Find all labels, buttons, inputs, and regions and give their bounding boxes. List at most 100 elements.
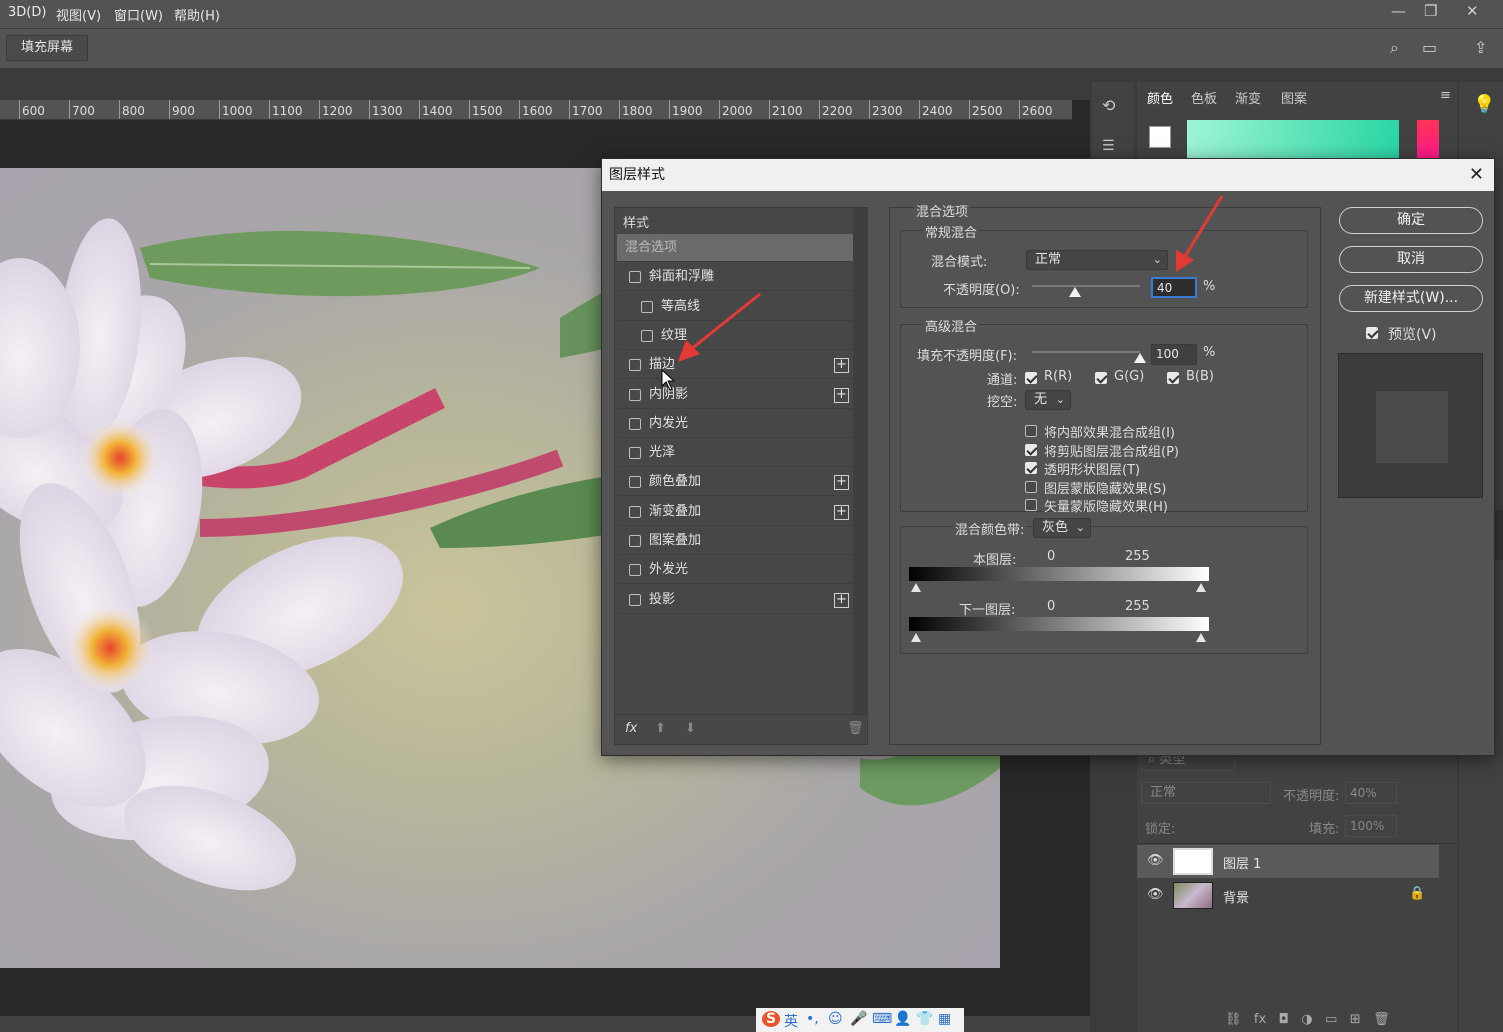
cancel-button[interactable]: 取消 xyxy=(1339,246,1483,273)
ime-item-icon[interactable]: ▦ xyxy=(938,1011,951,1027)
move-down-icon[interactable]: ⬇ xyxy=(685,721,696,736)
adjustment-icon[interactable]: ◑ xyxy=(1301,1012,1312,1027)
new-layer-icon[interactable]: ⊞ xyxy=(1350,1012,1361,1027)
styles-scrollbar[interactable] xyxy=(853,208,867,714)
preview-checkbox[interactable] xyxy=(1366,327,1378,339)
this-layer-black-handle[interactable] xyxy=(911,583,921,592)
style-item[interactable]: 渐变叠加 + xyxy=(617,498,853,526)
history-icon[interactable]: ⟲ xyxy=(1102,96,1115,115)
hue-slider[interactable] xyxy=(1417,120,1439,158)
search-icon[interactable]: ⌕ xyxy=(1390,38,1399,58)
style-checkbox[interactable] xyxy=(629,476,641,489)
style-item[interactable]: 颜色叠加 + xyxy=(617,468,853,497)
style-item[interactable]: 纹理 xyxy=(617,322,853,350)
style-checkbox[interactable] xyxy=(629,271,641,284)
layer-name[interactable]: 图层 1 xyxy=(1223,853,1261,872)
ime-item-icon[interactable]: ☺ xyxy=(828,1011,843,1027)
add-style-plus-icon[interactable]: + xyxy=(834,592,849,608)
tab-color[interactable]: 颜色 xyxy=(1147,88,1173,107)
style-item[interactable]: 投影 + xyxy=(617,586,853,614)
tab-gradients[interactable]: 渐变 xyxy=(1235,88,1261,107)
layer-row[interactable]: 👁 背景 🔒 xyxy=(1137,879,1439,912)
folder-icon[interactable]: ▭ xyxy=(1325,1012,1337,1027)
menu-help[interactable]: 帮助(H) xyxy=(174,5,220,24)
minimize-button[interactable]: — xyxy=(1391,2,1406,20)
tab-swatches[interactable]: 色板 xyxy=(1191,88,1217,107)
channel-g-checkbox[interactable] xyxy=(1095,372,1107,384)
style-item[interactable]: 图案叠加 xyxy=(617,527,853,555)
blend-option-checkbox[interactable] xyxy=(1025,462,1037,474)
menu-3d[interactable]: 3D(D) xyxy=(8,5,46,20)
underlying-white-handle[interactable] xyxy=(1196,633,1206,642)
knockout-select[interactable]: 无 ⌄ xyxy=(1025,390,1071,410)
ime-item-icon[interactable]: 🎤 xyxy=(850,1011,867,1027)
style-checkbox[interactable] xyxy=(641,300,653,313)
tab-patterns[interactable]: 图案 xyxy=(1281,88,1307,107)
lightbulb-icon[interactable]: 💡 xyxy=(1473,94,1495,115)
move-up-icon[interactable]: ⬆ xyxy=(655,721,666,736)
blend-if-select[interactable]: 灰色 ⌄ xyxy=(1033,518,1091,538)
menu-window[interactable]: 窗口(W) xyxy=(114,5,163,24)
fill-opacity-slider-track[interactable] xyxy=(1032,351,1140,353)
channel-r-checkbox[interactable] xyxy=(1025,372,1037,384)
ok-button[interactable]: 确定 xyxy=(1339,207,1483,234)
opacity-slider-thumb[interactable] xyxy=(1069,287,1082,297)
ime-item-icon[interactable]: 英 xyxy=(784,1011,798,1031)
style-item[interactable]: 外发光 xyxy=(617,556,853,585)
fill-screen-button[interactable]: 填充屏幕 xyxy=(6,35,88,61)
link-icon[interactable]: ⛓ xyxy=(1225,1012,1242,1027)
blend-option-checkbox[interactable] xyxy=(1025,499,1037,511)
style-item[interactable]: 光泽 xyxy=(617,439,853,468)
blend-option-checkbox[interactable] xyxy=(1025,480,1037,493)
layer-blend-mode-select[interactable]: 正常 xyxy=(1141,782,1271,804)
mask-icon[interactable]: ◘ xyxy=(1279,1012,1289,1027)
style-item[interactable]: 斜面和浮雕 xyxy=(617,263,853,292)
style-checkbox[interactable] xyxy=(629,359,641,372)
fx-menu-icon[interactable]: fx xyxy=(625,721,637,736)
restore-button[interactable]: ❐ xyxy=(1424,2,1437,20)
foreground-color-swatch[interactable] xyxy=(1149,126,1171,148)
ime-item-icon[interactable]: ⌨ xyxy=(872,1011,892,1027)
menu-view[interactable]: 视图(V) xyxy=(56,5,101,24)
blend-mode-select[interactable]: 正常 ⌄ xyxy=(1026,250,1168,270)
style-item[interactable]: 等高线 xyxy=(617,293,853,321)
style-checkbox[interactable] xyxy=(629,593,641,606)
visibility-eye-icon[interactable]: 👁 xyxy=(1147,853,1164,868)
opacity-input[interactable]: 40 xyxy=(1151,277,1197,298)
brush-settings-icon[interactable]: ☰ xyxy=(1102,138,1115,154)
style-checkbox[interactable] xyxy=(629,417,641,430)
channel-b-checkbox[interactable] xyxy=(1167,372,1179,384)
ime-item-icon[interactable]: 👕 xyxy=(916,1011,933,1027)
fx-icon[interactable]: fx xyxy=(1254,1012,1266,1027)
close-icon[interactable]: ✕ xyxy=(1469,159,1484,191)
style-item[interactable]: 描边 + xyxy=(617,351,853,380)
style-item[interactable]: 内阴影 + xyxy=(617,381,853,409)
layer-name[interactable]: 背景 xyxy=(1223,887,1249,906)
layer-opacity-field[interactable]: 40% xyxy=(1345,782,1397,804)
style-checkbox[interactable] xyxy=(629,388,641,401)
visibility-eye-icon[interactable]: 👁 xyxy=(1147,887,1164,902)
style-checkbox[interactable] xyxy=(641,329,653,342)
ime-item-icon[interactable]: S xyxy=(762,1011,781,1027)
ime-item-icon[interactable]: •, xyxy=(806,1011,819,1027)
opacity-slider-track[interactable] xyxy=(1032,285,1140,287)
add-style-plus-icon[interactable]: + xyxy=(834,475,849,491)
this-layer-white-handle[interactable] xyxy=(1196,583,1206,592)
underlying-black-handle[interactable] xyxy=(911,633,921,642)
fill-opacity-input[interactable]: 100 xyxy=(1151,344,1197,365)
style-checkbox[interactable] xyxy=(629,535,641,547)
color-spectrum[interactable] xyxy=(1187,120,1399,158)
delete-layer-icon[interactable]: 🗑 xyxy=(1373,1012,1390,1027)
panel-menu-icon[interactable]: ≡ xyxy=(1440,88,1451,103)
style-item[interactable]: 内发光 xyxy=(617,410,853,438)
style-checkbox[interactable] xyxy=(629,505,641,518)
add-style-plus-icon[interactable]: + xyxy=(834,387,849,403)
add-style-plus-icon[interactable]: + xyxy=(834,504,849,520)
layer-fill-field[interactable]: 100% xyxy=(1345,815,1397,837)
trash-icon[interactable]: 🗑 xyxy=(847,721,864,736)
style-item[interactable]: 混合选项 xyxy=(617,234,853,262)
new-style-button[interactable]: 新建样式(W)... xyxy=(1339,285,1483,312)
blend-option-checkbox[interactable] xyxy=(1025,443,1037,456)
ime-item-icon[interactable]: 👤 xyxy=(894,1011,911,1027)
style-checkbox[interactable] xyxy=(629,447,641,460)
